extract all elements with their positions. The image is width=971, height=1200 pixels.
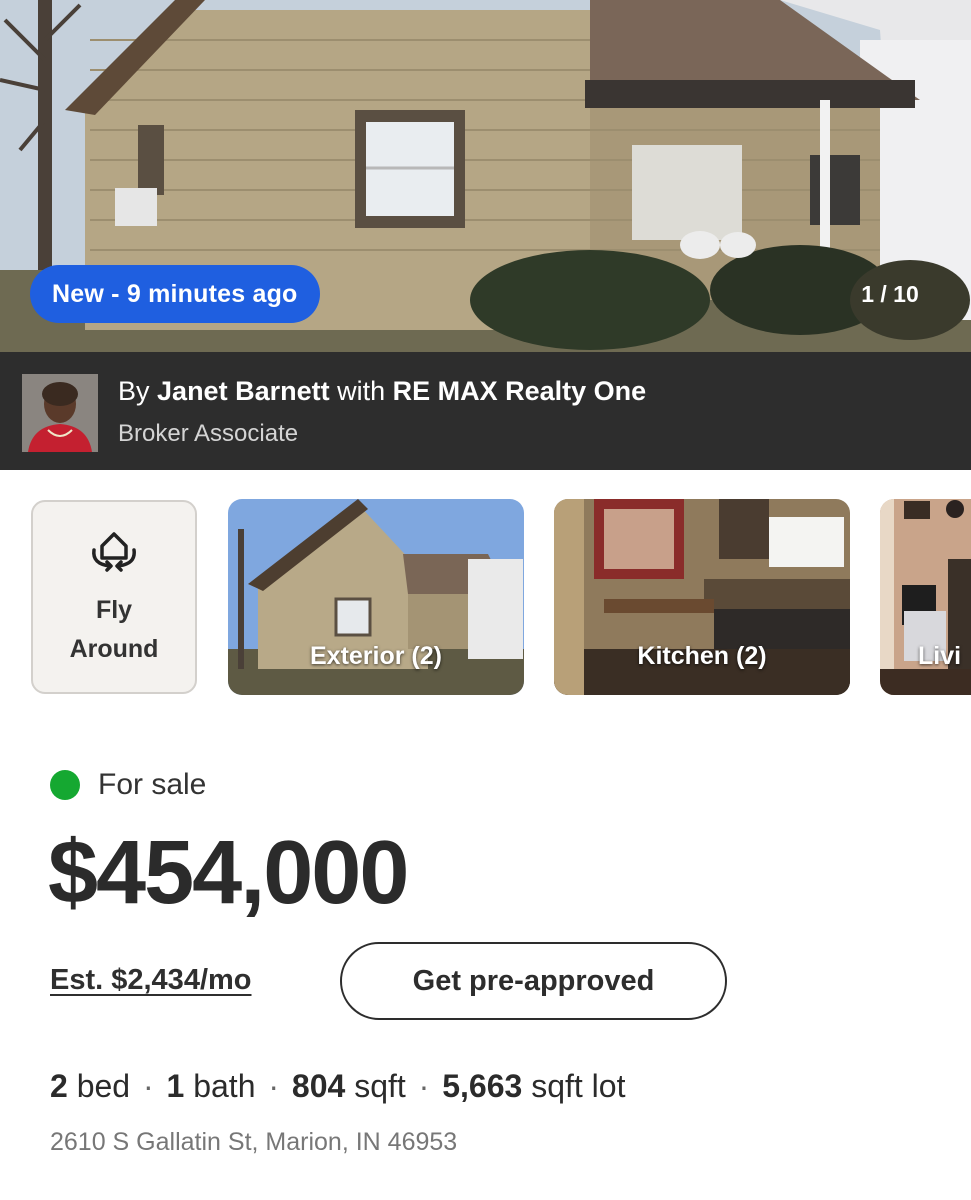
carousel-item-label: Exterior (2) xyxy=(310,642,442,670)
agent-by-text: By xyxy=(118,376,150,406)
agent-avatar xyxy=(22,374,98,452)
fly-around-label-line1: Fly xyxy=(95,596,133,624)
agent-with-text: with xyxy=(337,376,386,406)
fly-around-label: Fly Around xyxy=(70,591,159,669)
baths-value: 1 xyxy=(166,1068,185,1104)
carousel-item-label: Kitchen (2) xyxy=(637,642,767,670)
agent-attribution: By Janet Barnett with RE MAX Realty One xyxy=(118,376,646,407)
lot-value: 5,663 xyxy=(442,1068,523,1104)
property-address[interactable]: 2610 S Gallatin St, Marion, IN 46953 xyxy=(50,1128,457,1157)
lot-unit: sqft lot xyxy=(531,1068,626,1104)
hero-photo[interactable]: New - 9 minutes ago 1 / 10 xyxy=(0,0,971,352)
property-specs: 2 bed · 1 bath · 804 sqft · 5,663 sqft l… xyxy=(50,1068,625,1105)
carousel-item-kitchen[interactable]: Kitchen (2) xyxy=(554,499,850,695)
agent-name[interactable]: Janet Barnett xyxy=(157,376,330,406)
status-text: For sale xyxy=(98,768,207,801)
spec-separator: · xyxy=(142,1068,154,1104)
agent-title: Broker Associate xyxy=(118,420,299,447)
baths-unit: bath xyxy=(193,1068,256,1104)
carousel-item-exterior[interactable]: Exterior (2) xyxy=(228,499,524,695)
beds-value: 2 xyxy=(50,1068,68,1104)
get-preapproved-button[interactable]: Get pre-approved xyxy=(340,942,727,1020)
sqft-unit: sqft xyxy=(354,1068,406,1104)
listing-price: $454,000 xyxy=(48,823,409,923)
spec-separator: · xyxy=(268,1068,280,1104)
fly-around-label-line2: Around xyxy=(69,635,159,663)
new-listing-badge: New - 9 minutes ago xyxy=(30,265,320,323)
listing-status: For sale xyxy=(50,768,206,802)
monthly-estimate-link[interactable]: Est. $2,434/mo xyxy=(50,964,252,997)
photo-category-carousel[interactable]: Fly Around Exterior (2) Kitchen (2) Livi xyxy=(0,497,971,697)
carousel-item-label: Livi xyxy=(918,642,962,670)
agent-bar[interactable]: By Janet Barnett with RE MAX Realty One … xyxy=(0,352,971,470)
photo-counter: 1 / 10 xyxy=(861,280,919,307)
spec-separator: · xyxy=(418,1068,430,1104)
carousel-item-living[interactable]: Livi xyxy=(880,499,971,695)
beds-unit: bed xyxy=(76,1068,131,1104)
agent-brokerage: RE MAX Realty One xyxy=(392,376,647,406)
sqft-value: 804 xyxy=(291,1068,346,1104)
status-dot-icon xyxy=(50,770,80,800)
fly-around-button[interactable]: Fly Around xyxy=(31,500,197,694)
rotate-3d-house-icon xyxy=(88,524,140,577)
